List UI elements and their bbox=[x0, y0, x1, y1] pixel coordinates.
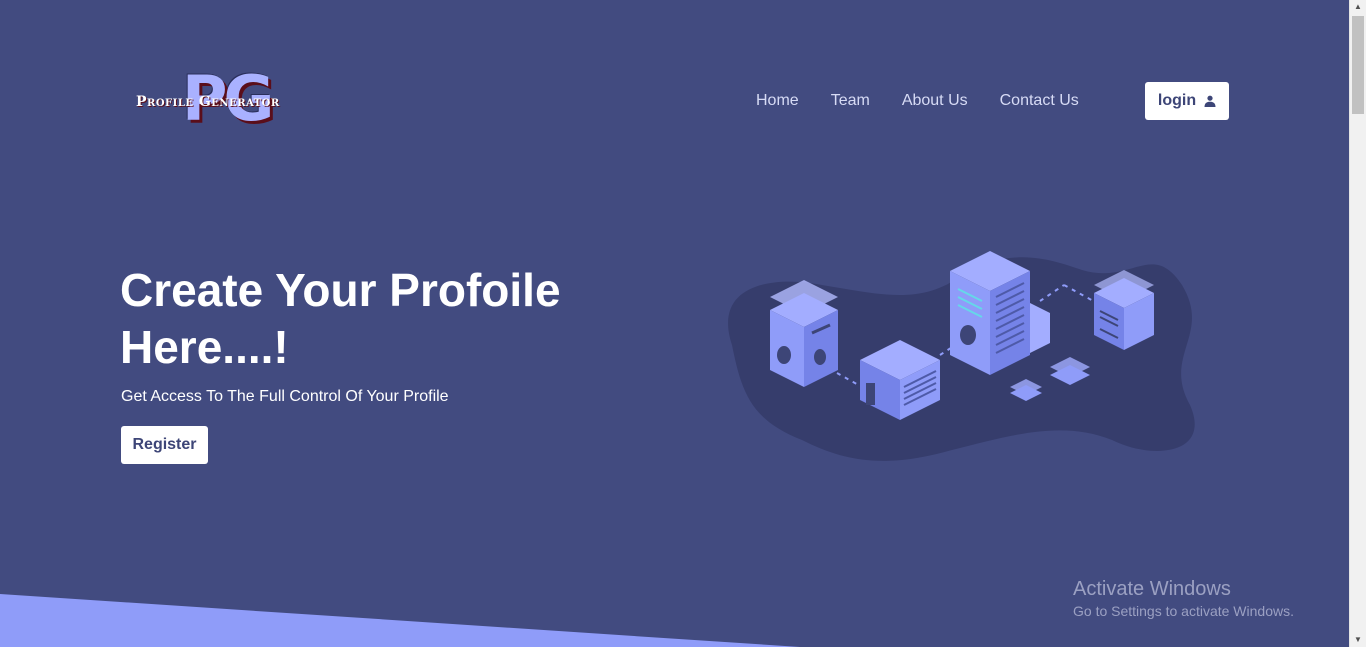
scroll-up-arrow-icon[interactable]: ▲ bbox=[1350, 0, 1366, 14]
watermark-title: Activate Windows bbox=[1073, 578, 1231, 600]
scrollbar-thumb[interactable] bbox=[1352, 16, 1364, 114]
server-network-illustration bbox=[728, 251, 1195, 461]
main-nav: Home Team About Us Contact Us bbox=[756, 90, 1111, 112]
server-right bbox=[1094, 270, 1154, 350]
login-button[interactable]: login bbox=[1145, 82, 1229, 120]
logo-text: Profile Generator bbox=[136, 94, 280, 110]
vertical-scrollbar[interactable]: ▲ ▼ bbox=[1349, 0, 1366, 647]
nav-item-team[interactable]: Team bbox=[831, 90, 870, 112]
login-label: login bbox=[1157, 92, 1197, 109]
landing-page: PG Profile Generator Home Team About Us … bbox=[0, 0, 1366, 647]
logo[interactable]: PG Profile Generator bbox=[132, 68, 362, 132]
nav-item-home[interactable]: Home bbox=[756, 90, 799, 112]
user-icon bbox=[1204, 95, 1216, 107]
hero-title: Create Your Profoile Here....! bbox=[120, 264, 561, 373]
watermark-subtitle: Go to Settings to activate Windows. bbox=[1073, 603, 1294, 619]
nav-item-contact-us[interactable]: Contact Us bbox=[1000, 90, 1079, 112]
register-button[interactable]: Register bbox=[121, 426, 208, 464]
activate-windows-watermark: Activate Windows Go to Settings to activ… bbox=[1073, 577, 1294, 621]
hero-subtitle: Get Access To The Full Control Of Your P… bbox=[121, 388, 449, 405]
scroll-down-arrow-icon[interactable]: ▼ bbox=[1350, 633, 1366, 647]
nav-item-about-us[interactable]: About Us bbox=[902, 90, 968, 112]
server-left bbox=[770, 280, 838, 387]
bottom-wave-shape bbox=[0, 594, 800, 647]
